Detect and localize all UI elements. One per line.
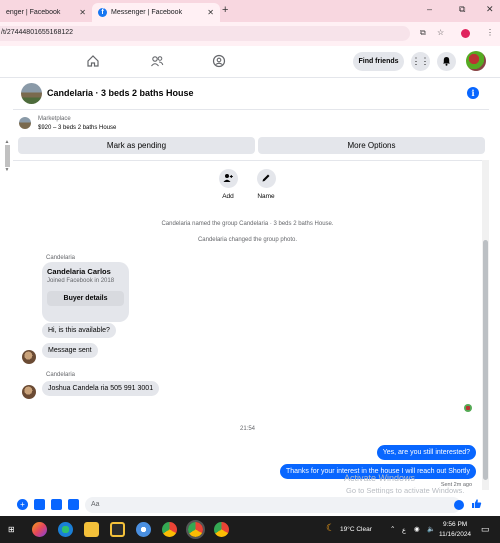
copilot-icon[interactable] bbox=[32, 522, 47, 537]
name-label: Name bbox=[257, 193, 275, 200]
cast-icon[interactable]: ⧉ bbox=[420, 28, 426, 38]
activate-windows-title: Activate Windows bbox=[344, 473, 416, 483]
sender-name: Candelaria bbox=[46, 372, 76, 378]
groups-icon[interactable] bbox=[211, 54, 227, 70]
address-bar: /t/27444801655168122 ⧉ ☆ ⋮ bbox=[0, 22, 500, 46]
browser-tab-messenger[interactable]: f Messenger | Facebook ✕ bbox=[92, 3, 220, 22]
message-input[interactable]: Aa bbox=[85, 497, 461, 513]
minimize-button[interactable]: – bbox=[427, 4, 432, 14]
url-field[interactable]: /t/27444801655168122 bbox=[0, 26, 410, 41]
seen-avatar bbox=[464, 404, 472, 412]
browser-tab-facebook[interactable]: enger | Facebook ✕ bbox=[0, 3, 92, 22]
incoming-message[interactable]: Message sent bbox=[42, 343, 98, 358]
friends-icon[interactable] bbox=[149, 54, 165, 70]
facebook-top-nav: Find friends ⋮⋮ bbox=[0, 46, 500, 78]
file-explorer-icon[interactable] bbox=[84, 522, 99, 537]
mark-as-pending-button[interactable]: Mark as pending bbox=[18, 137, 255, 154]
marketplace-panel: Marketplace $920 – 3 beds 2 baths House … bbox=[13, 111, 489, 157]
group-avatar[interactable] bbox=[21, 83, 42, 104]
emoji-icon[interactable] bbox=[454, 500, 464, 510]
tab-title: enger | Facebook bbox=[6, 9, 61, 16]
chrome-icon[interactable] bbox=[162, 522, 177, 537]
buyer-profile-card: Candelaria Carlos Joined Facebook in 201… bbox=[42, 262, 129, 322]
thumbs-up-icon[interactable] bbox=[471, 498, 482, 512]
sender-name: Candelaria bbox=[46, 255, 76, 261]
scroll-up-icon[interactable]: ▲ bbox=[3, 139, 11, 145]
chat-header: Candelaria · 3 beds 2 baths House i bbox=[13, 78, 489, 110]
menu-grid-icon[interactable]: ⋮⋮ bbox=[411, 52, 430, 71]
notification-center-icon[interactable]: ▭ bbox=[481, 524, 490, 535]
scroll-down-icon[interactable]: ▼ bbox=[3, 167, 11, 173]
left-scrollbar[interactable]: ▲ ▼ bbox=[3, 139, 11, 175]
find-friends-button[interactable]: Find friends bbox=[353, 52, 404, 71]
browser-menu-icon[interactable]: ⋮ bbox=[486, 28, 494, 37]
marketplace-label: Marketplace bbox=[38, 116, 71, 122]
sticker-icon[interactable] bbox=[51, 499, 62, 510]
chat-title[interactable]: Candelaria · 3 beds 2 baths House bbox=[47, 88, 194, 98]
sender-avatar[interactable] bbox=[22, 385, 36, 399]
close-tab-icon[interactable]: ✕ bbox=[207, 8, 214, 17]
incoming-message[interactable]: Joshua Candela ria 505 991 3001 bbox=[42, 381, 160, 396]
incoming-message[interactable]: Hi, is this available? bbox=[42, 323, 116, 338]
clock-date[interactable]: 11/16/2024 bbox=[439, 531, 471, 538]
notifications-bell-icon[interactable] bbox=[437, 52, 456, 71]
close-window-button[interactable]: ✕ bbox=[486, 4, 494, 15]
windows-start-icon[interactable]: ⊞ bbox=[8, 525, 15, 534]
scroll-thumb[interactable] bbox=[483, 240, 488, 480]
info-icon[interactable]: i bbox=[467, 87, 479, 99]
app-icon[interactable] bbox=[136, 522, 151, 537]
volume-icon[interactable]: 🔈 bbox=[427, 525, 435, 533]
more-options-button[interactable]: More Options bbox=[258, 137, 485, 154]
buyer-joined: Joined Facebook in 2018 bbox=[47, 278, 115, 284]
chrome-profile-icon[interactable] bbox=[214, 522, 229, 537]
profile-avatar[interactable] bbox=[466, 51, 486, 71]
outgoing-message[interactable]: Yes, are you still interested? bbox=[376, 445, 476, 460]
chrome-active-icon[interactable] bbox=[186, 520, 205, 539]
add-member-control[interactable]: Add bbox=[208, 169, 248, 200]
browser-profile-icon[interactable] bbox=[461, 29, 470, 38]
system-message: Candelaria named the group Candelaria · … bbox=[161, 221, 334, 227]
buyer-name[interactable]: Candelaria Carlos bbox=[47, 267, 124, 276]
buyer-details-button[interactable]: Buyer details bbox=[47, 291, 124, 306]
message-composer: + Aa bbox=[13, 494, 489, 516]
facebook-favicon-icon: f bbox=[98, 8, 107, 17]
tab-title: Messenger | Facebook bbox=[111, 9, 183, 16]
browser-tab-bar: enger | Facebook ✕ f Messenger | Faceboo… bbox=[0, 0, 500, 22]
weather-text[interactable]: 19°C Clear bbox=[340, 526, 372, 533]
pencil-icon[interactable] bbox=[256, 169, 276, 188]
clock-time[interactable]: 9:56 PM bbox=[443, 521, 467, 528]
plus-icon[interactable]: + bbox=[17, 499, 28, 510]
listing-price[interactable]: $920 – 3 beds 2 baths House bbox=[38, 125, 116, 131]
home-icon[interactable] bbox=[85, 54, 101, 70]
message-timestamp: 21:54 bbox=[239, 426, 255, 432]
system-message: Candelaria changed the group photo. bbox=[197, 237, 298, 243]
language-icon[interactable]: ع bbox=[402, 526, 406, 534]
add-label: Add bbox=[222, 193, 234, 200]
listing-thumbnail[interactable] bbox=[19, 117, 31, 129]
photo-icon[interactable] bbox=[34, 499, 45, 510]
edge-icon[interactable] bbox=[58, 522, 73, 537]
message-thread: Add Name Candelaria named the group Cand… bbox=[13, 160, 482, 494]
name-group-control[interactable]: Name bbox=[246, 169, 286, 200]
network-icon[interactable]: ◉ bbox=[414, 525, 420, 533]
tray-chevron-icon[interactable]: ⌃ bbox=[390, 525, 395, 533]
moon-weather-icon: ☾ bbox=[326, 523, 335, 534]
gif-icon[interactable] bbox=[68, 499, 79, 510]
bookmark-star-icon[interactable]: ☆ bbox=[437, 28, 444, 37]
scroll-thumb[interactable] bbox=[4, 145, 10, 167]
close-tab-icon[interactable]: ✕ bbox=[79, 8, 86, 17]
add-person-icon[interactable] bbox=[218, 169, 238, 188]
thread-scrollbar[interactable] bbox=[482, 160, 489, 490]
new-tab-button[interactable]: + bbox=[222, 4, 228, 16]
windows-taskbar: ⊞ ☾ 19°C Clear ⌃ ع ◉ 🔈 9:56 PM 11/16/202… bbox=[0, 516, 500, 543]
sender-avatar[interactable] bbox=[22, 350, 36, 364]
maximize-button[interactable]: ⧉ bbox=[459, 4, 465, 15]
sticky-notes-icon[interactable] bbox=[110, 522, 125, 537]
